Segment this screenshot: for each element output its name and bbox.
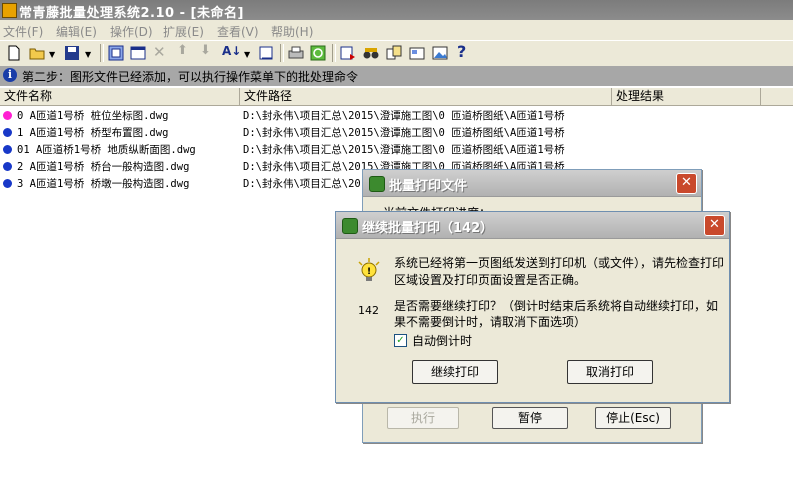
window-title: 常青藤批量处理系统2.10 - [未命名] (19, 6, 244, 21)
toolbar: ▼ ▼ ✕ ⬆ ⬇ A↓ ▼ ? (0, 40, 793, 67)
save-dropdown-icon[interactable]: ▼ (85, 50, 91, 59)
app-icon (2, 3, 17, 18)
auto-countdown-checkbox[interactable]: ✓ (394, 334, 407, 347)
binoculars-icon[interactable] (363, 45, 379, 61)
file-name: 1 A匝道1号桥 桥型布置图.dwg (17, 127, 169, 139)
app-dialog-icon (342, 218, 358, 234)
file-row[interactable]: 1 A匝道1号桥 桥型布置图.dwg D:\封永伟\项目汇总\2015\澄谭施工… (0, 124, 793, 141)
countdown-value: 142 (358, 304, 379, 317)
status-dot (3, 145, 12, 154)
image-export-icon[interactable] (432, 45, 448, 61)
convert-icon[interactable] (386, 45, 402, 61)
delete-icon[interactable]: ✕ (153, 43, 166, 61)
file-row[interactable]: 0 A匝道1号桥 桩位坐标图.dwg D:\封永伟\项目汇总\2015\澄谭施工… (0, 107, 793, 124)
pause-button[interactable]: 暂停 (492, 407, 568, 429)
toolbar-separator (100, 44, 104, 62)
file-name: 3 A匝道1号桥 桥墩一般构造图.dwg (17, 178, 190, 190)
column-header-result[interactable]: 处理结果 (612, 88, 761, 105)
close-icon[interactable]: ✕ (704, 215, 725, 236)
file-path: D:\封永伟\项目汇总\2015\澄谭施工图\0 匝道桥图纸\A匝道1号桥 (243, 110, 565, 122)
status-dot (3, 162, 12, 171)
hint-bar: i 第二步：图形文件已经添加，可以执行操作菜单下的批处理命令 (0, 66, 793, 86)
sort-dropdown-icon[interactable]: ▼ (244, 50, 250, 59)
toolbar-separator (280, 44, 284, 62)
dialog-message: 系统已经将第一页图纸发送到打印机（或文件），请先检查打印区域设置及打印页面设置是… (394, 256, 725, 287)
file-path: D:\封永伟\项目汇总\2015\澄谭施工图\0 匝道桥图纸\A匝道1号桥 (243, 144, 565, 156)
file-list-header: 文件名称 文件路径 处理结果 (0, 88, 793, 106)
cancel-print-button[interactable]: 取消打印 (567, 360, 653, 384)
move-up-icon[interactable]: ⬆ (177, 43, 188, 58)
file-row[interactable]: 01 A匝道桥1号桥 地质纵断面图.dwg D:\封永伟\项目汇总\2015\澄… (0, 141, 793, 158)
batch-run-icon[interactable] (340, 45, 356, 61)
status-dot (3, 128, 12, 137)
menu-edit[interactable]: 编辑(E) (56, 23, 97, 40)
column-header-path[interactable]: 文件路径 (240, 88, 612, 105)
toolbar-separator (332, 44, 336, 62)
menu-help[interactable]: 帮助(H) (271, 23, 313, 40)
help-icon[interactable]: ? (457, 42, 466, 61)
file-name: 0 A匝道1号桥 桩位坐标图.dwg (17, 110, 169, 122)
menu-view[interactable]: 查看(V) (217, 23, 259, 40)
select-all-icon[interactable] (108, 45, 124, 61)
close-icon[interactable]: ✕ (676, 173, 697, 194)
title-bar: 常青藤批量处理系统2.10 - [未命名] (0, 0, 793, 21)
continue-print-button[interactable]: 继续打印 (412, 360, 498, 384)
batch-print-titlebar: 批量打印文件 ✕ (363, 170, 701, 197)
refresh-icon[interactable] (310, 45, 326, 61)
app-dialog-icon (369, 176, 385, 192)
auto-countdown-label[interactable]: 自动倒计时 (412, 332, 472, 349)
batch-print-title: 批量打印文件 (389, 179, 468, 194)
file-path: D:\封永伟\项目汇总\2015\澄谭施工图\0 匝道桥图纸\A匝道1号桥 (243, 127, 565, 139)
window-list-icon[interactable] (130, 45, 146, 61)
continue-question: 是否需要继续打印？（倒计时结束后系统将自动继续打印，如果不需要倒计时，请取消下面… (394, 299, 719, 329)
info-icon: i (3, 68, 17, 82)
file-name: 01 A匝道桥1号桥 地质纵断面图.dwg (17, 144, 196, 156)
stop-button[interactable]: 停止(Esc) (595, 407, 671, 429)
open-folder-icon[interactable] (29, 45, 45, 61)
status-dot (3, 111, 12, 120)
menu-extend[interactable]: 扩展(E) (163, 23, 204, 40)
continue-print-titlebar: 继续批量打印（142） ✕ (336, 212, 729, 239)
warning-lightbulb-icon: ! (358, 258, 380, 281)
hint-text: 第二步：图形文件已经添加，可以执行操作菜单下的批处理命令 (22, 70, 359, 84)
sort-icon[interactable]: A↓ (222, 44, 241, 58)
menu-operate[interactable]: 操作(D) (110, 23, 153, 40)
file-name: 2 A匝道1号桥 桥台一般构造图.dwg (17, 161, 190, 173)
status-dot (3, 179, 12, 188)
properties-icon[interactable] (409, 45, 425, 61)
menu-file[interactable]: 文件(F) (3, 23, 43, 40)
menu-bar: 文件(F) 编辑(E) 操作(D) 扩展(E) 查看(V) 帮助(H) (0, 20, 793, 40)
move-down-icon[interactable]: ⬇ (200, 43, 211, 58)
svg-text:!: ! (367, 267, 371, 277)
open-dropdown-icon[interactable]: ▼ (49, 50, 55, 59)
run-button[interactable]: 执行 (387, 407, 459, 429)
continue-print-title: 继续批量打印（142） (362, 221, 494, 236)
list-view-icon[interactable] (258, 45, 274, 61)
column-header-name[interactable]: 文件名称 (0, 88, 240, 105)
continue-print-dialog: 继续批量打印（142） ✕ ! 系统已经将第一页图纸发送到打印机（或文件），请先… (335, 211, 730, 403)
save-icon[interactable] (64, 45, 80, 61)
print-icon[interactable] (288, 45, 304, 61)
new-file-icon[interactable] (6, 45, 22, 61)
